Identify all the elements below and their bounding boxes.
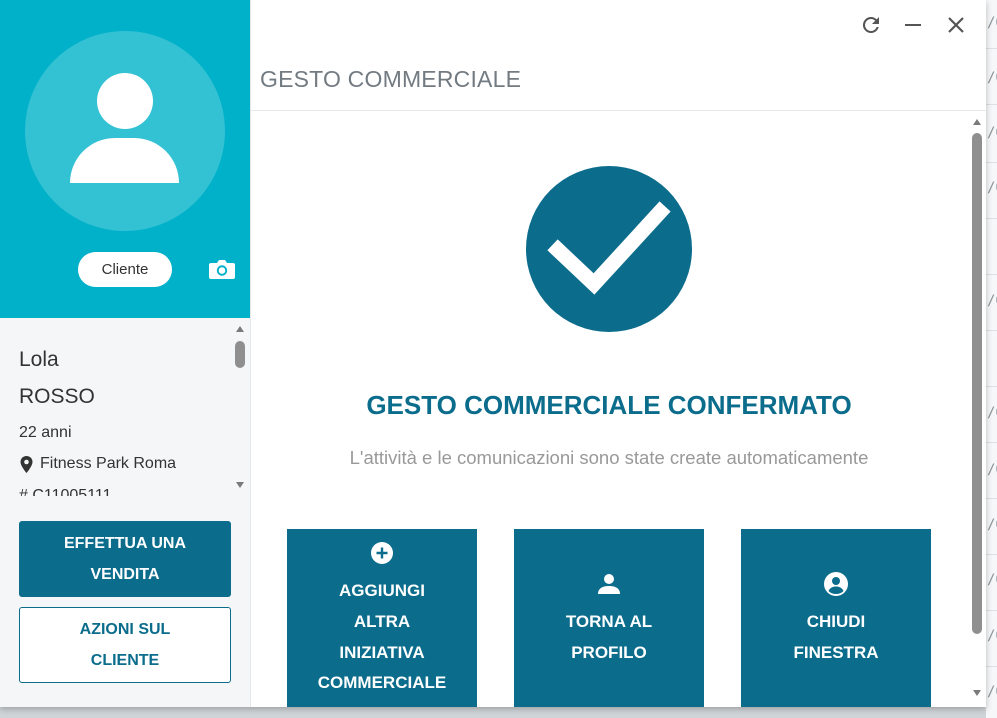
client-sidebar: Cliente Lola ROSSO 22 anni Fitness Park … — [0, 0, 250, 707]
card-label-line: TORNA AL — [565, 612, 653, 631]
background-row-text: /0 — [987, 628, 997, 644]
client-age: 22 anni — [19, 424, 72, 441]
person-icon — [598, 574, 620, 594]
background-row-text: /0 — [987, 517, 997, 533]
profile-header: Cliente — [0, 0, 250, 318]
account-circle-icon — [824, 572, 848, 596]
scroll-down-arrow-icon[interactable] — [235, 480, 245, 490]
background-row-text: /0 — [987, 572, 997, 588]
camera-icon[interactable] — [208, 258, 236, 280]
back-to-profile-button[interactable]: TORNA AL PROFILO — [514, 529, 704, 707]
plus-circle-icon — [371, 542, 393, 564]
role-badge[interactable]: Cliente — [78, 252, 172, 287]
scroll-down-arrow-icon[interactable] — [972, 688, 982, 698]
client-member-id: # C11005111 — [19, 487, 112, 496]
client-club: Fitness Park Roma — [40, 455, 177, 472]
panel-divider — [250, 0, 251, 707]
card-label-line: INIZIATIVA — [339, 643, 425, 662]
background-row-text: /0 — [987, 405, 997, 421]
page-title: GESTO COMMERCIALE — [260, 66, 522, 92]
background-row-text: /0 — [987, 15, 997, 31]
card-label-line: ALTRA — [353, 612, 411, 631]
scroll-up-arrow-icon[interactable] — [972, 117, 982, 127]
confirmation-title: GESTO COMMERCIALE CONFERMATO — [366, 390, 852, 420]
header-divider — [251, 110, 986, 111]
client-last-name: ROSSO — [19, 385, 95, 408]
avatar — [25, 31, 225, 231]
background-row-text: /0 — [987, 684, 997, 700]
main-scrollbar-thumb[interactable] — [972, 133, 982, 634]
card-label-line: PROFILO — [571, 643, 647, 662]
sidebar-scrollbar-thumb[interactable] — [235, 341, 245, 368]
avatar-head-shape — [97, 73, 153, 129]
client-actions-button[interactable]: AZIONI SUL CLIENTE — [19, 607, 231, 683]
background-row-text: /0 — [987, 180, 997, 196]
make-sale-button[interactable]: EFFETTUA UNA VENDITA — [19, 521, 231, 597]
client-first-name: Lola — [19, 348, 59, 371]
background-row-text: /0 — [987, 125, 997, 141]
background-page-edge: /0 /0 /0 /0 /0 /0 /0 /0 /0 /0 /0 — [986, 0, 997, 718]
background-row-text: /0 — [987, 70, 997, 86]
add-commercial-initiative-button[interactable]: AGGIUNGI ALTRA INIZIATIVA COMMERCIALE — [287, 529, 477, 707]
card-label-line: FINESTRA — [793, 643, 879, 662]
commercial-action-modal: Cliente Lola ROSSO 22 anni Fitness Park … — [0, 0, 986, 707]
location-pin-icon — [20, 456, 33, 473]
close-window-button[interactable]: CHIUDI FINESTRA — [741, 529, 931, 707]
minimize-icon[interactable] — [901, 13, 925, 37]
card-label-line: COMMERCIALE — [317, 673, 447, 692]
card-label-line: AGGIUNGI — [339, 581, 425, 600]
refresh-icon[interactable] — [859, 13, 883, 37]
confirmation-subtitle: L'attività e le comunicazioni sono state… — [349, 447, 869, 468]
checkmark-icon — [547, 201, 671, 295]
background-row-text: /0 — [987, 293, 997, 309]
close-icon[interactable] — [944, 13, 968, 37]
card-label-line: CHIUDI — [806, 612, 866, 631]
background-row-text: /0 — [987, 462, 997, 478]
scroll-up-arrow-icon[interactable] — [235, 324, 245, 334]
